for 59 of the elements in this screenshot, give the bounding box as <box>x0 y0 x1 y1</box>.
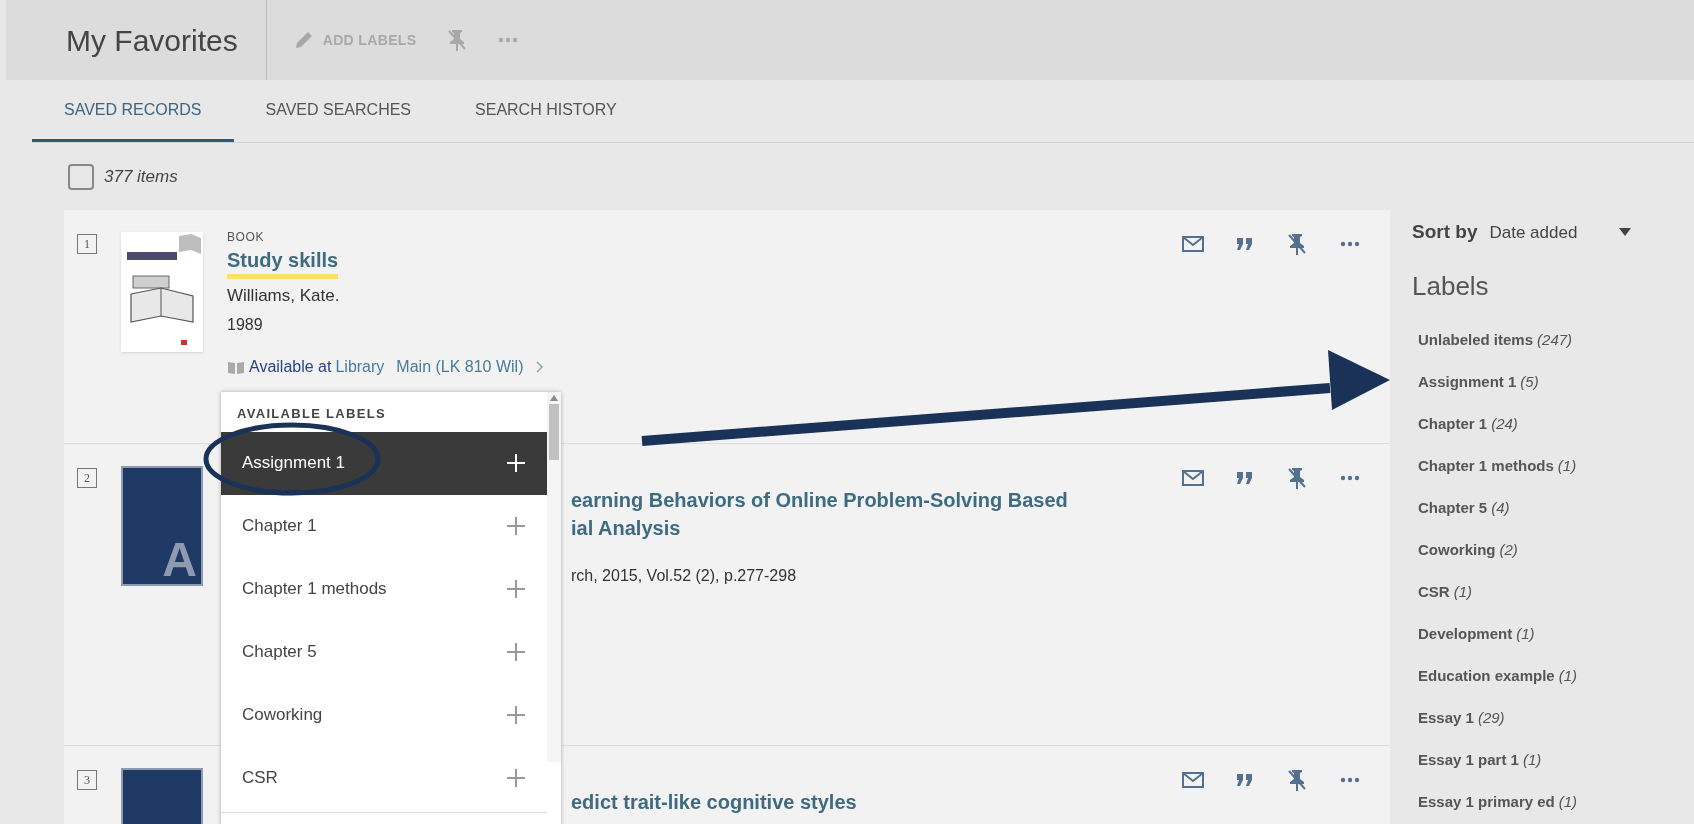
unpin-icon[interactable] <box>1286 466 1308 490</box>
plus-icon <box>506 453 526 473</box>
label-filter-link[interactable]: Education example (1) <box>1412 655 1694 698</box>
scrollbar[interactable] <box>547 392 561 762</box>
more-icon[interactable] <box>1340 475 1360 481</box>
labels-heading: Labels <box>1412 269 1490 303</box>
label-filter-link[interactable]: Unlabeled items (247) <box>1412 319 1694 362</box>
label-filter-link[interactable]: Essay 1 primary ed (1) <box>1412 781 1694 824</box>
mail-icon[interactable] <box>1182 772 1204 788</box>
mail-icon[interactable] <box>1182 236 1204 252</box>
record-author: Williams, Kate. <box>227 285 341 307</box>
label-filter-link[interactable]: Essay 1 (29) <box>1412 697 1694 740</box>
label-menu-item[interactable]: Assignment 1 <box>221 431 547 495</box>
item-count: 377 items <box>104 165 178 188</box>
scroll-up-icon[interactable] <box>550 395 558 401</box>
plus-icon <box>506 642 526 662</box>
label-filter-link[interactable]: Essay 1 part 1 (1) <box>1412 739 1694 782</box>
label-filter-link[interactable]: Chapter 1 (24) <box>1412 403 1694 446</box>
chevron-icon <box>535 360 544 373</box>
record-title[interactable]: Study skills <box>227 246 339 279</box>
record-number: 1 <box>77 234 97 254</box>
mail-icon[interactable] <box>1182 470 1204 486</box>
unpin-icon[interactable] <box>1286 232 1308 256</box>
label-filter-link[interactable]: CSR (1) <box>1412 571 1694 614</box>
label-filter-link[interactable]: Assignment 1 (5) <box>1412 361 1694 404</box>
quote-icon[interactable] <box>1236 773 1254 787</box>
plus-icon <box>506 705 526 725</box>
tab[interactable]: SEARCH HISTORY <box>443 80 649 142</box>
label-filter-link[interactable]: Development (1) <box>1412 613 1694 656</box>
select-all-checkbox[interactable] <box>68 163 94 190</box>
letter-thumbnail: A <box>121 466 203 586</box>
plus-icon <box>506 768 526 788</box>
more-icon[interactable] <box>1340 777 1360 783</box>
book-icon <box>227 359 245 374</box>
label-filter-link[interactable]: Chapter 5 (4) <box>1412 487 1694 530</box>
plus-icon <box>506 516 526 536</box>
availability-link[interactable]: Available at Library Main (LK 810 Wil) <box>227 354 544 379</box>
caret-icon <box>1619 228 1632 237</box>
scrollbar-thumb[interactable] <box>549 404 559 460</box>
more-icon[interactable] <box>1340 241 1360 247</box>
page-title: My Favorites <box>6 0 267 80</box>
label-filter-link[interactable]: Chapter 1 methods (1) <box>1412 445 1694 488</box>
tab[interactable]: SAVED SEARCHES <box>233 80 444 142</box>
record-year: 1989 <box>227 314 264 335</box>
record-type: BOOK <box>227 229 266 246</box>
record-details: rch, 2015, Vol.52 (2), p.277-298 <box>571 566 798 586</box>
record-title[interactable]: earning Behaviors of Online Problem-Solving Based ial Analysis <box>571 486 1068 542</box>
record-number: 2 <box>77 468 97 488</box>
unpin-icon[interactable] <box>1286 768 1308 792</box>
sort-label: Sort by <box>1412 220 1478 244</box>
record-number: 3 <box>77 770 97 790</box>
plus-icon <box>506 579 526 599</box>
label-filter-link[interactable]: Coworking (2) <box>1412 529 1694 572</box>
record-title[interactable]: edict trait-like cognitive styles <box>571 788 857 816</box>
tab[interactable]: SAVED RECORDS <box>32 80 234 142</box>
label-menu-heading: AVAILABLE LABELS <box>236 405 387 423</box>
quote-icon[interactable] <box>1236 237 1254 251</box>
sort-dropdown[interactable]: Date added <box>1489 219 1632 245</box>
quote-icon[interactable] <box>1236 471 1254 485</box>
